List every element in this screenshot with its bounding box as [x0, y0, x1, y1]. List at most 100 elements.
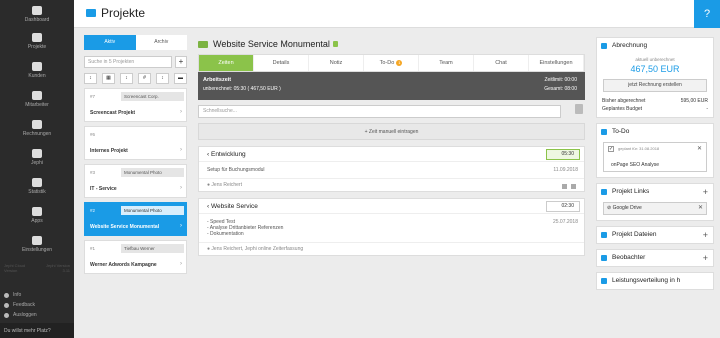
project-card[interactable]: #1 Tiefbau Werner Werner Adwords Kampagn… [84, 240, 187, 274]
entry-description: Setup für Buchungsmodul [207, 167, 265, 173]
help-button[interactable]: ? [694, 0, 720, 28]
budget-value: - [706, 106, 708, 112]
project-detail: Website Service Monumental Zeiten Detail… [198, 35, 585, 285]
sidebar-item-mitarbeiter[interactable]: Mitarbeiter [0, 87, 74, 116]
sort-icon[interactable]: ↕ [84, 73, 97, 84]
tab-details[interactable]: Details [254, 55, 309, 71]
feedback-link[interactable]: Feedback [4, 300, 37, 310]
budget-label: Geplantes Budget [602, 106, 643, 112]
calendar-icon[interactable]: ▦ [102, 73, 115, 84]
entry-duration: 05:30 [546, 149, 580, 160]
unbilled-amount: 467,50 EUR [630, 64, 680, 74]
sidebar: Dashboard Projekte Kunden Mitarbeiter Re… [0, 0, 74, 338]
tab-team[interactable]: Team [419, 55, 474, 71]
building-icon [32, 62, 42, 71]
sidebar-item-projekte[interactable]: Projekte [0, 29, 74, 58]
project-number: #6 [90, 132, 96, 137]
project-title: Website Service Monumental [213, 39, 330, 49]
unbilled-value: unberechnet: 05:30 ( 467,50 EUR ) [203, 86, 281, 92]
sidebar-item-apps[interactable]: Apps [0, 203, 74, 232]
sidebar-item-statistik[interactable]: Statistik [0, 174, 74, 203]
project-card[interactable]: #6 Internes Projekt › [84, 126, 187, 160]
chevron-right-icon: › [180, 147, 182, 153]
distribution-box: Leistungsverteilung in h [596, 272, 714, 290]
trash-icon[interactable] [575, 104, 583, 114]
tab-active-projects[interactable]: Aktiv [84, 35, 136, 50]
lock-icon[interactable] [332, 41, 338, 47]
tab-archive[interactable]: Archiv [135, 35, 187, 50]
time-entry: ‹ Entwicklung 05:30 Setup für Buchungsmo… [198, 146, 585, 192]
distribution-title: Leistungsverteilung in h [612, 277, 681, 284]
tab-todo[interactable]: To-Do 1 [364, 55, 419, 71]
link-icon [601, 189, 607, 195]
entry-title: Website Service [210, 203, 258, 210]
pie-chart-icon [601, 278, 607, 284]
project-card[interactable]: #7 Screencast Corp. Screencast Projekt › [84, 88, 187, 122]
more-space-toggle[interactable]: Du willst mehr Platz? [0, 323, 74, 338]
entry-author: Jens Reichert, Jephi online Zeiterfassun… [211, 246, 304, 252]
sidebar-item-kunden[interactable]: Kunden [0, 58, 74, 87]
project-search-input[interactable]: Suche in 5 Projekten [84, 56, 172, 68]
close-icon[interactable]: ✕ [697, 145, 702, 152]
entry-description-line: - Dokumentation [207, 231, 244, 237]
invoice-icon [32, 120, 42, 129]
billed-value: 595,00 EUR [680, 98, 708, 104]
add-link-button[interactable]: + [703, 184, 708, 200]
logout-link[interactable]: Ausloggen [4, 310, 37, 320]
invoice-icon [601, 43, 607, 49]
add-time-manual-button[interactable]: + Zeit manuell eintragen [198, 123, 585, 140]
billed-label: Bisher abgerechnet [602, 98, 646, 104]
sidebar-item-rechnungen[interactable]: Rechnungen [0, 116, 74, 145]
create-invoice-button[interactable]: jetzt Rechnung erstellen [603, 79, 707, 92]
edit-icon[interactable] [562, 184, 567, 189]
project-card-selected[interactable]: #2 Monumental Photo Website Service Monu… [84, 202, 187, 236]
hash-icon[interactable]: # [138, 73, 151, 84]
observers-box: Beobachter + [596, 249, 714, 267]
trash-icon[interactable] [571, 184, 576, 189]
time-limit: Zeitlimit: 00:00 [544, 77, 577, 83]
tab-chat[interactable]: Chat [474, 55, 529, 71]
link-chip[interactable]: ⊘ Google Drive ✕ [603, 202, 707, 215]
project-name: IT - Service [90, 186, 117, 192]
sidebar-links: Info Feedback Ausloggen [4, 290, 37, 320]
tab-notiz[interactable]: Notiz [309, 55, 364, 71]
todo-count-badge: 1 [396, 60, 403, 66]
info-link[interactable]: Info [4, 290, 37, 300]
right-panel: Abrechnung aktuell unberechnet 467,50 EU… [596, 37, 714, 295]
chevron-right-icon: › [180, 109, 182, 115]
sort-folder-icon[interactable]: ↕ [156, 73, 169, 84]
version-value: 3.11 [62, 268, 71, 273]
add-observer-button[interactable]: + [703, 250, 708, 266]
folder-icon [86, 9, 96, 17]
add-project-button[interactable]: + [175, 56, 187, 68]
entry-date: 11.09.2018 [553, 167, 578, 173]
links-box: Projekt Links + ⊘ Google Drive ✕ [596, 183, 714, 221]
help-icon: ? [703, 8, 711, 20]
project-tabs: Zeiten Details Notiz To-Do 1 Team Chat Ei… [198, 54, 585, 72]
todo-due: geplant für: 31.08.2018 [618, 146, 660, 151]
tab-einstellungen[interactable]: Einstellungen [529, 55, 584, 71]
project-card[interactable]: #3 Monumental Photo IT - Service › [84, 164, 187, 198]
worktime-label: Arbeitszeit [203, 77, 232, 83]
observers-title: Beobachter [612, 254, 646, 261]
version-key: Version [4, 268, 18, 273]
sidebar-item-dashboard[interactable]: Dashboard [0, 0, 74, 29]
todo-title: To-Do [612, 128, 630, 135]
folder-filter-icon[interactable]: ▬ [174, 73, 187, 84]
add-file-button[interactable]: + [703, 227, 708, 243]
sort-number-icon[interactable]: ↕ [120, 73, 133, 84]
close-icon[interactable]: ✕ [698, 203, 703, 214]
pie-chart-icon [32, 178, 42, 187]
file-icon [601, 232, 607, 238]
chat-icon [4, 302, 9, 308]
tab-zeiten[interactable]: Zeiten [199, 55, 254, 71]
sidebar-item-jephi[interactable]: Jephi [0, 145, 74, 174]
quick-search-input[interactable]: Schnellsuche... [198, 105, 561, 118]
project-title-row: Website Service Monumental [198, 35, 585, 53]
sidebar-item-einstellungen[interactable]: Einstellungen [0, 232, 74, 261]
files-box: Projekt Dateien + [596, 226, 714, 244]
billing-title: Abrechnung [612, 42, 648, 49]
todo-checkbox[interactable]: ✓ [608, 146, 614, 152]
open-folder-icon [198, 40, 208, 48]
project-number: #1 [90, 246, 96, 251]
